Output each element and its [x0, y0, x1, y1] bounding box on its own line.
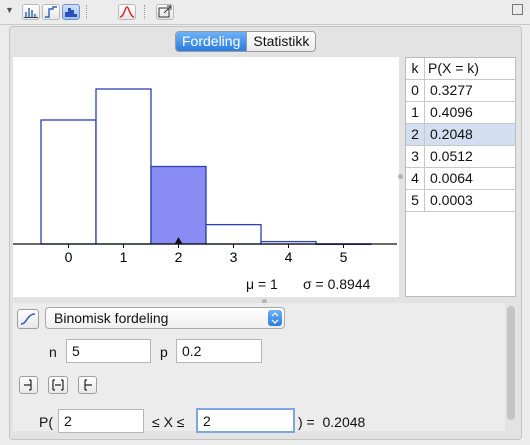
table-row[interactable]: 4 0.0064 — [406, 168, 515, 190]
row-p: 0.0512 — [430, 148, 473, 164]
row-k: 3 — [406, 146, 425, 167]
normal-overlay-icon — [119, 6, 135, 18]
histogram-bar-0 — [40, 119, 97, 245]
x-tick-label-5: 5 — [340, 249, 348, 265]
table-row[interactable]: 3 0.0512 — [406, 146, 515, 168]
row-p: 0.0003 — [430, 192, 473, 208]
table-row[interactable]: 1 0.4096 — [406, 102, 515, 124]
left-sided-button[interactable] — [19, 376, 38, 394]
histogram-chart: 0 1 2 3 4 5 — [13, 88, 397, 265]
p-input[interactable]: 0.2 — [176, 339, 262, 363]
probability-result: ) = 0.2048 — [298, 414, 366, 430]
table-row[interactable]: 0 0.3277 — [406, 80, 515, 102]
interval-button[interactable] — [48, 376, 68, 394]
x-tick-label-2: 2 — [175, 249, 183, 265]
tab-fordeling[interactable]: Fordeling — [176, 32, 247, 51]
export-button[interactable] — [156, 4, 174, 20]
vertical-scrollbar[interactable] — [507, 306, 515, 420]
histogram-view-button[interactable] — [62, 4, 80, 20]
mean-label: μ = 1 — [246, 276, 278, 292]
table-header: k P(X = k) — [406, 58, 515, 80]
row-k: 5 — [406, 190, 425, 211]
cumulative-toggle-button[interactable] — [17, 309, 39, 329]
distribution-select[interactable]: Binomisk fordeling — [45, 307, 285, 329]
row-p: 0.4096 — [430, 104, 473, 120]
toolbar: ▼ — [0, 0, 530, 25]
row-k: 0 — [406, 80, 425, 101]
step-chart-view-icon — [45, 6, 57, 18]
table-row[interactable]: 5 0.0003 — [406, 190, 515, 212]
n-input[interactable]: 5 — [66, 339, 151, 363]
distribution-plot[interactable]: 0 1 2 3 4 5 μ = 1 σ = 0.8944 — [13, 57, 399, 297]
x-tick-label-1: 1 — [120, 249, 128, 265]
sd-label: σ = 0.8944 — [303, 276, 371, 292]
x-tick-label-3: 3 — [230, 249, 238, 265]
dock-icon[interactable] — [512, 4, 523, 15]
left-interval-icon — [24, 379, 32, 391]
right-interval-icon — [84, 379, 92, 391]
row-p: 0.3277 — [430, 82, 473, 98]
p-label: p — [160, 344, 168, 360]
x-tick-label-4: 4 — [285, 249, 293, 265]
row-p: 0.0064 — [430, 170, 473, 186]
row-k: 4 — [406, 168, 425, 189]
export-icon — [158, 5, 172, 18]
bar-chart-view-icon — [24, 8, 38, 18]
distribution-select-value: Binomisk fordeling — [54, 310, 169, 326]
upper-bound-input[interactable]: 2 — [196, 408, 295, 433]
step-chart-view-button[interactable] — [42, 4, 60, 20]
bar-chart-view-button[interactable] — [22, 4, 40, 20]
right-sided-button[interactable] — [78, 376, 97, 394]
interval-icon — [52, 379, 64, 391]
histogram-view-icon — [65, 8, 77, 17]
normal-overlay-button[interactable] — [118, 4, 136, 20]
toolbar-collapse-icon[interactable]: ▼ — [5, 5, 14, 15]
probability-prefix: P( — [39, 414, 53, 430]
header-p: P(X = k) — [428, 60, 479, 76]
n-label: n — [49, 344, 57, 360]
cumulative-curve-icon — [20, 313, 36, 325]
lower-bound-input[interactable]: 2 — [58, 409, 144, 433]
view-tabs: Fordeling Statistikk — [175, 31, 317, 52]
row-p: 0.2048 — [430, 126, 473, 142]
interval-relation: ≤ X ≤ — [152, 414, 185, 430]
row-k: 1 — [406, 102, 425, 123]
header-k: k — [406, 58, 425, 79]
histogram-bar-3 — [205, 223, 262, 245]
plot-splitter-handle[interactable] — [398, 174, 403, 179]
row-k: 2 — [406, 124, 425, 145]
probability-table: k P(X = k) 0 0.3277 1 0.4096 2 0.2048 3 0.05… — [405, 57, 516, 297]
select-arrows-icon — [268, 310, 282, 326]
histogram-bar-2 — [150, 165, 207, 245]
tab-statistikk[interactable]: Statistikk — [246, 32, 316, 51]
histogram-bar-1 — [95, 88, 152, 245]
x-tick-label-0: 0 — [65, 249, 73, 265]
table-row-selected[interactable]: 2 0.2048 — [406, 124, 515, 146]
